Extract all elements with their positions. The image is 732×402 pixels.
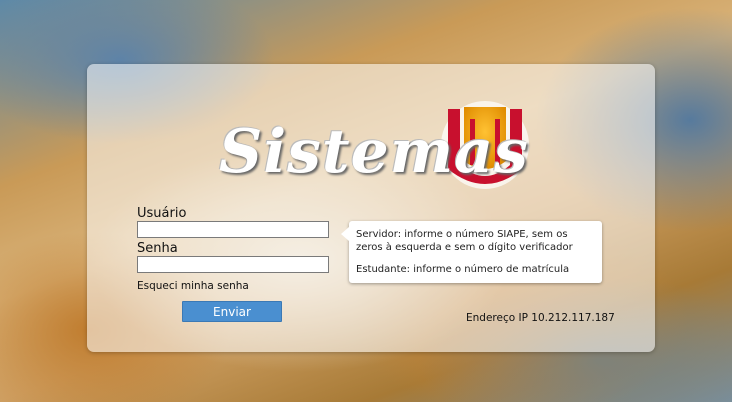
user-input[interactable] [137, 221, 329, 238]
tooltip-line: Estudante: informe o número de matrícula [356, 264, 570, 275]
user-label: Usuário [137, 206, 187, 221]
tooltip-line: Servidor: informe o número SIAPE, sem os [356, 229, 568, 240]
logo-text: Sistemas [219, 117, 529, 187]
password-label: Senha [137, 241, 178, 256]
password-input[interactable] [137, 256, 329, 273]
forgot-password-link[interactable]: Esqueci minha senha [137, 280, 249, 292]
submit-button[interactable]: Enviar [182, 301, 282, 322]
sistemas-logo: Sistemas [213, 101, 533, 193]
tooltip-line: zeros à esquerda e sem o dígito verifica… [356, 241, 573, 253]
login-hint-tooltip: Servidor: informe o número SIAPE, sem os… [341, 221, 602, 283]
ip-address-text: Endereço IP 10.212.117.187 [466, 312, 615, 324]
